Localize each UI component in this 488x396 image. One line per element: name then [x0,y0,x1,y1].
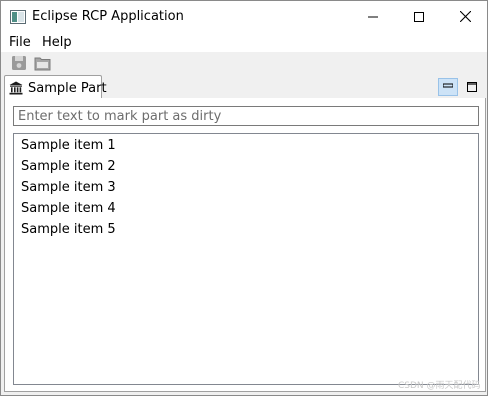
maximize-button[interactable] [396,1,442,32]
list-item[interactable]: Sample item 2 [21,159,116,174]
tab-sample-part[interactable]: Sample Part [4,75,107,99]
list-item[interactable]: Sample item 3 [21,180,116,195]
sample-items-list[interactable]: Sample item 1 Sample item 2 Sample item … [13,133,479,385]
save-icon [12,56,26,70]
museum-icon [9,81,23,95]
menu-help[interactable]: Help [42,35,72,50]
open-folder-icon [34,57,50,70]
list-item[interactable]: Sample item 5 [21,222,116,237]
menu-bar: File Help [1,32,487,52]
application-window: Eclipse RCP Application File Help Sample… [0,0,488,396]
menu-file[interactable]: File [9,35,31,50]
app-window-icon [10,10,26,24]
maximize-view-button[interactable] [462,78,482,96]
watermark-text: CSDN @雨天配代码 [398,381,481,391]
tab-label: Sample Part [28,81,107,96]
tab-strip [101,75,485,98]
close-icon [459,11,471,22]
close-button[interactable] [442,1,488,32]
save-button[interactable] [10,54,28,72]
maximize-view-icon [467,82,477,92]
main-toolbar [1,52,487,74]
list-item[interactable]: Sample item 1 [21,138,116,153]
minimize-view-icon [443,83,453,88]
open-button[interactable] [33,54,51,72]
dirty-text-input[interactable]: Enter text to mark part as dirty [13,106,479,126]
part-stack: Sample Part Enter text to mark part as d… [2,74,486,392]
minimize-button[interactable] [350,1,396,32]
minimize-view-button[interactable] [438,78,458,96]
minimize-icon [368,16,378,17]
window-title: Eclipse RCP Application [32,9,184,24]
maximize-icon [414,11,424,22]
list-item[interactable]: Sample item 4 [21,201,116,216]
input-placeholder: Enter text to mark part as dirty [18,109,222,124]
sample-part-body: Enter text to mark part as dirty Sample … [4,98,486,392]
title-bar[interactable]: Eclipse RCP Application [1,1,487,32]
